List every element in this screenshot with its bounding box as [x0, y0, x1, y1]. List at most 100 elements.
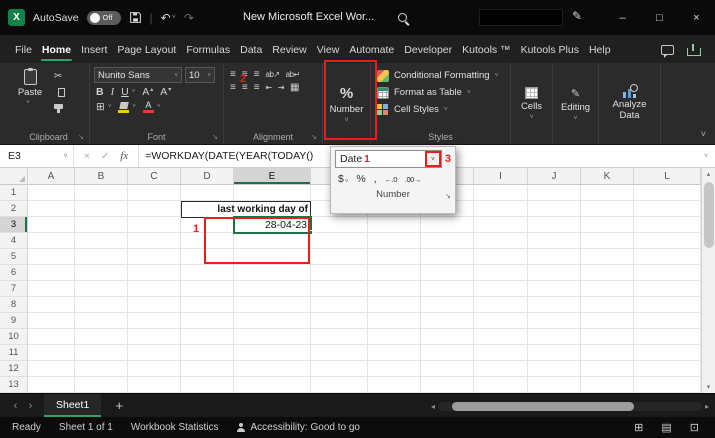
menu-tab-insert[interactable]: Insert	[76, 38, 112, 63]
menu-tab-home[interactable]: Home	[37, 38, 76, 63]
row-header-10[interactable]: 10	[0, 329, 27, 345]
align-top-button[interactable]: ≡	[230, 69, 236, 80]
scroll-down-icon[interactable]: ▾	[707, 381, 711, 393]
align-right-button[interactable]: ≡	[254, 82, 260, 93]
menu-tab-help[interactable]: Help	[584, 38, 616, 63]
row-header-7[interactable]: 7	[0, 281, 27, 297]
select-all-corner[interactable]: ◢	[0, 168, 28, 185]
align-center-button[interactable]: ≡	[242, 82, 248, 93]
menu-tab-review[interactable]: Review	[267, 38, 311, 63]
italic-button[interactable]: I	[111, 87, 115, 98]
expand-formula-bar-icon[interactable]: ˅	[697, 145, 715, 167]
column-header-K[interactable]: K	[581, 168, 634, 185]
menu-tab-developer[interactable]: Developer	[399, 38, 457, 63]
next-sheet-button[interactable]: ›	[23, 400, 38, 412]
styles-item-1[interactable]: Format as Table ˅	[375, 84, 506, 101]
editing-button[interactable]: ✎ Editing ˅	[557, 67, 594, 143]
redo-button[interactable]: ↷	[184, 11, 194, 25]
copy-button[interactable]	[54, 85, 65, 98]
search-button[interactable]	[398, 12, 410, 30]
share-icon[interactable]	[687, 44, 701, 56]
number-format-dropdown-icon[interactable]: ˅	[424, 151, 441, 167]
row-header-1[interactable]: 1	[0, 185, 27, 201]
sheet-tab-sheet1[interactable]: Sheet1	[44, 394, 102, 417]
styles-item-0[interactable]: Conditional Formatting ˅	[375, 67, 506, 84]
fill-color-button[interactable]	[118, 101, 130, 113]
scroll-left-icon[interactable]: ◂	[431, 402, 435, 411]
decrease-font-button[interactable]: A ▾	[160, 86, 171, 98]
menu-tab-automate[interactable]: Automate	[344, 38, 399, 63]
analyze-data-button[interactable]: Analyze Data	[603, 67, 656, 143]
column-header-C[interactable]: C	[128, 168, 181, 185]
vertical-scroll-thumb[interactable]	[703, 182, 714, 248]
row-header-9[interactable]: 9	[0, 313, 27, 329]
maximize-button[interactable]: □	[641, 0, 678, 35]
column-header-I[interactable]: I	[474, 168, 528, 185]
undo-button[interactable]: ↶ ˅	[161, 11, 176, 25]
row-header-13[interactable]: 13	[0, 377, 27, 393]
format-painter-button[interactable]	[54, 102, 65, 114]
column-header-D[interactable]: D	[181, 168, 234, 185]
scroll-up-icon[interactable]: ▴	[707, 168, 711, 180]
excel-app-icon[interactable]: X	[8, 9, 25, 26]
column-header-E[interactable]: E	[234, 168, 311, 185]
number-format-combo[interactable]: Date 1 ˅	[335, 150, 442, 168]
paste-button[interactable]: Paste ˅	[12, 67, 48, 130]
orientation-button[interactable]: ab↗	[266, 70, 281, 79]
font-name-combo[interactable]: Nunito Sans ˅	[94, 67, 182, 83]
cut-button[interactable]: ✂	[54, 70, 65, 82]
increase-indent-button[interactable]: ⇥	[278, 83, 285, 92]
accessibility-status[interactable]: Accessibility: Good to go	[236, 422, 360, 433]
dialog-launcher-icon[interactable]: ↘	[311, 133, 317, 141]
column-header-J[interactable]: J	[528, 168, 581, 185]
menu-tab-file[interactable]: File	[10, 38, 37, 63]
normal-view-button[interactable]: ⊞	[634, 421, 643, 434]
styles-item-2[interactable]: Cell Styles ˅	[375, 101, 506, 118]
insert-function-icon[interactable]: fx	[120, 150, 128, 162]
cancel-icon[interactable]: ×	[84, 151, 90, 162]
menu-tab-view[interactable]: View	[312, 38, 345, 63]
horizontal-scrollbar[interactable]: ◂ ▸	[431, 401, 709, 411]
row-header-12[interactable]: 12	[0, 361, 27, 377]
new-sheet-button[interactable]: +	[111, 398, 127, 413]
increase-font-button[interactable]: A ▴	[142, 86, 153, 98]
vertical-scrollbar[interactable]: ▴ ▾	[701, 168, 715, 393]
column-header-L[interactable]: L	[634, 168, 701, 185]
scroll-right-icon[interactable]: ▸	[705, 402, 709, 411]
page-break-view-button[interactable]: ⊡	[690, 421, 699, 434]
accounting-format-button[interactable]: $ ˅	[338, 173, 348, 185]
menu-tab-kutools-[interactable]: Kutools ™	[457, 38, 515, 63]
enter-icon[interactable]: ✓	[101, 151, 109, 162]
collapse-ribbon-icon[interactable]: ˅	[701, 129, 706, 139]
page-layout-view-button[interactable]: ▤	[661, 421, 671, 434]
row-header-11[interactable]: 11	[0, 345, 27, 361]
percent-style-button[interactable]: %	[356, 173, 365, 185]
increase-decimal-button[interactable]: ←.0	[385, 175, 398, 184]
selected-cell-E3[interactable]: 28-04-23	[233, 216, 313, 235]
dialog-launcher-icon[interactable]: ↘	[78, 133, 84, 141]
fill-handle[interactable]	[308, 230, 313, 235]
comma-style-button[interactable]: ,	[374, 173, 377, 185]
ink-pen-icon[interactable]: ✎	[572, 9, 582, 23]
row-header-6[interactable]: 6	[0, 265, 27, 281]
close-button[interactable]: ×	[678, 0, 715, 35]
row-header-5[interactable]: 5	[0, 249, 27, 265]
underline-button[interactable]: U	[121, 86, 129, 98]
horizontal-scroll-thumb[interactable]	[452, 401, 635, 411]
workbook-statistics[interactable]: Workbook Statistics	[131, 422, 219, 433]
row-header-3[interactable]: 3	[0, 217, 27, 233]
name-box-chevron-icon[interactable]: ˅	[58, 145, 74, 167]
align-left-button[interactable]: ≡	[230, 82, 236, 93]
menu-tab-data[interactable]: Data	[235, 38, 267, 63]
comments-icon[interactable]	[661, 45, 674, 58]
menu-tab-page-layout[interactable]: Page Layout	[112, 38, 181, 63]
decrease-decimal-button[interactable]: .00→	[405, 175, 421, 184]
cells-area[interactable]: last working day of 28-04-23	[28, 185, 701, 393]
autosave-toggle[interactable]: Off	[86, 10, 121, 25]
horizontal-scroll-track[interactable]	[438, 401, 702, 411]
prev-sheet-button[interactable]: ‹	[8, 400, 23, 412]
merge-center-button[interactable]: ▦	[290, 82, 299, 93]
menu-tab-formulas[interactable]: Formulas	[181, 38, 235, 63]
name-box[interactable]: E3	[0, 145, 58, 167]
dialog-launcher-icon[interactable]: ↘	[212, 133, 218, 141]
